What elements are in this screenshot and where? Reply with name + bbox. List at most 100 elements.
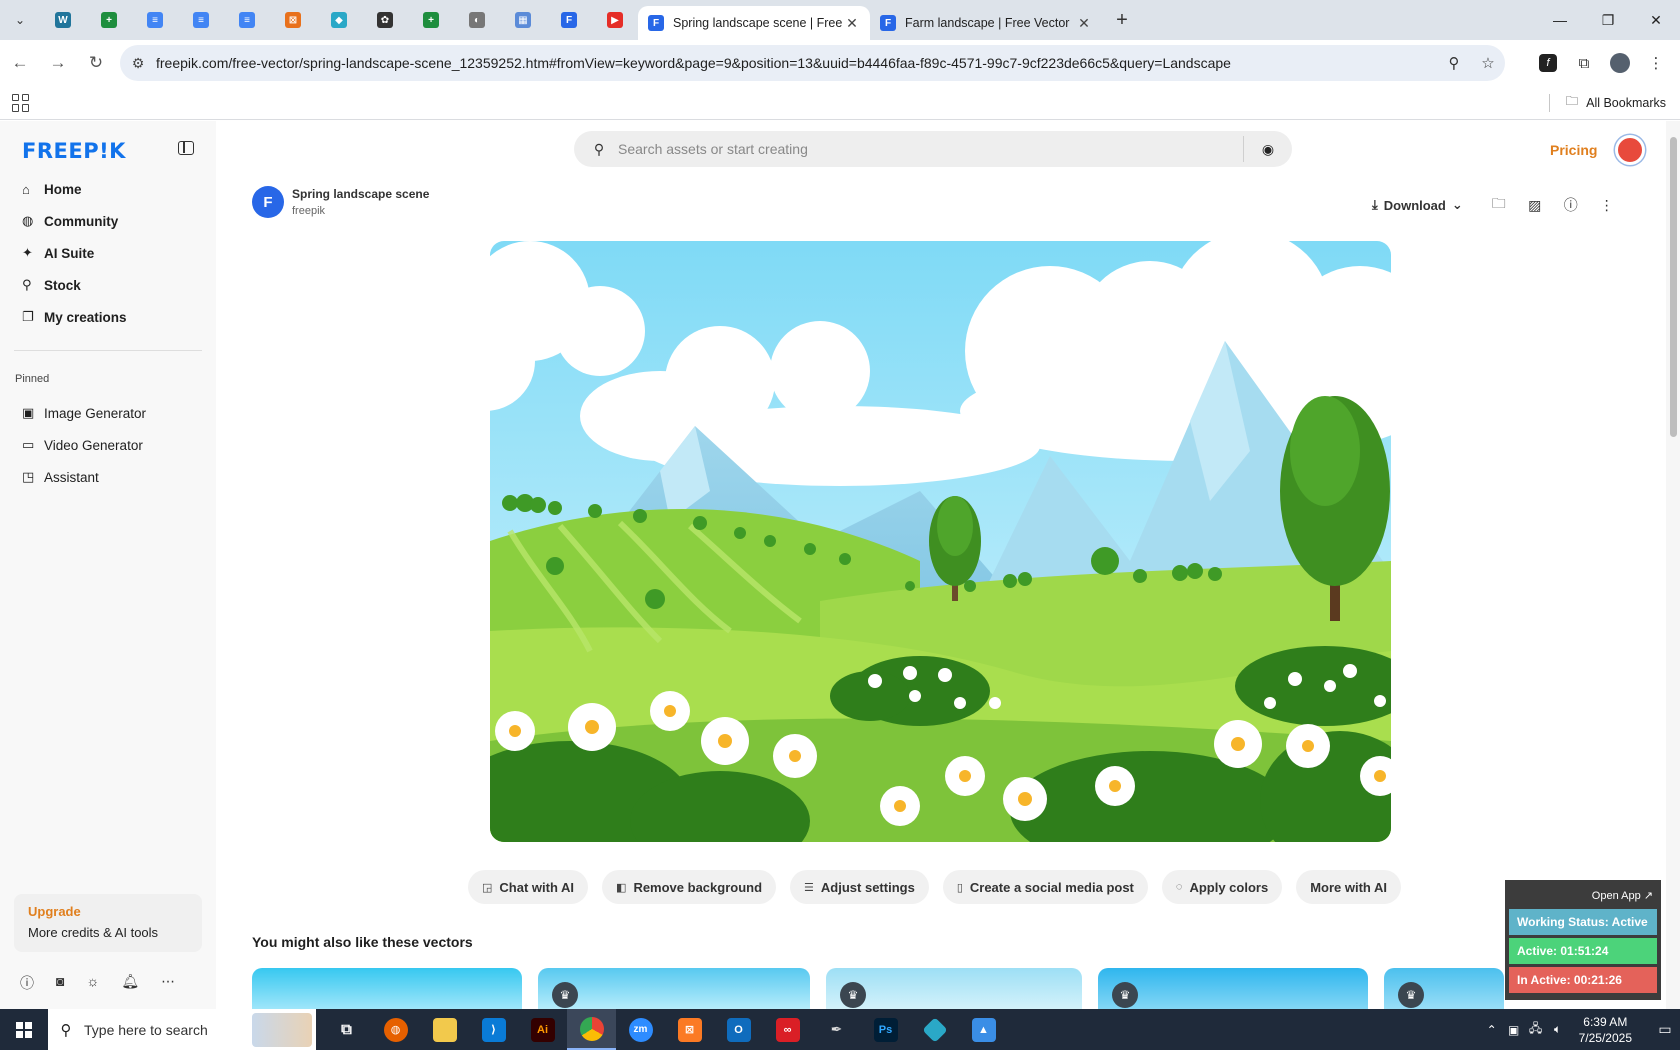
creative-cloud-app[interactable]: ∞ bbox=[763, 1009, 812, 1050]
network-icon[interactable]: 🖧︎ bbox=[1525, 1019, 1547, 1040]
more-with-ai-button[interactable]: More with AI bbox=[1296, 870, 1401, 904]
pinned-tab[interactable]: ≡ bbox=[132, 4, 178, 36]
search-bar[interactable]: ⚲ Search assets or start creating ◉ bbox=[574, 131, 1292, 167]
sidebar-item-stock[interactable]: ⚲ Stock bbox=[14, 269, 204, 301]
pinned-tab[interactable]: + bbox=[408, 4, 454, 36]
start-button[interactable] bbox=[0, 1009, 48, 1050]
open-app-link[interactable]: Open App ↗ bbox=[1509, 884, 1657, 906]
pinned-tab[interactable]: F bbox=[546, 4, 592, 36]
menu-kebab-icon[interactable]: ⋮ bbox=[1638, 45, 1674, 81]
firefox-app[interactable]: ◍ bbox=[371, 1009, 420, 1050]
pricing-link[interactable]: Pricing bbox=[1550, 142, 1597, 158]
photos-app[interactable]: ▲ bbox=[959, 1009, 1008, 1050]
adjust-settings-button[interactable]: ☰ Adjust settings bbox=[790, 870, 929, 904]
chevron-up-icon[interactable]: ⌃ bbox=[1481, 1023, 1503, 1037]
pinned-tab[interactable]: ▦ bbox=[500, 4, 546, 36]
tab-search-dropdown[interactable]: ⌄ bbox=[6, 6, 34, 34]
pinned-item-assistant[interactable]: ◳ Assistant bbox=[14, 461, 204, 493]
theme-sun-icon[interactable]: ☼ bbox=[86, 973, 99, 993]
pinned-item-video-generator[interactable]: ▭ Video Generator bbox=[14, 429, 204, 461]
similar-thumbnail[interactable]: ♛ bbox=[1098, 968, 1368, 1012]
camera-search-icon[interactable]: ◉ bbox=[1244, 141, 1292, 158]
close-tab-icon[interactable]: ✕ bbox=[1076, 15, 1092, 32]
more-options-icon[interactable]: ⋮ bbox=[1589, 197, 1625, 214]
download-button[interactable]: ⤓ Download ⌄ bbox=[1372, 197, 1463, 213]
sidebar-item-home[interactable]: ⌂ Home bbox=[14, 173, 204, 205]
upgrade-card[interactable]: Upgrade More credits & AI tools bbox=[14, 894, 202, 952]
outlook-app[interactable]: O bbox=[714, 1009, 763, 1050]
discord-icon[interactable]: ◙ bbox=[56, 973, 64, 993]
photoshop-app[interactable]: Ps bbox=[861, 1009, 910, 1050]
search-input[interactable]: Search assets or start creating bbox=[618, 141, 1243, 157]
app-diamond[interactable] bbox=[910, 1009, 959, 1050]
chrome-app[interactable] bbox=[567, 1009, 616, 1050]
back-button[interactable]: ← bbox=[2, 45, 38, 81]
vscode-app[interactable]: ⟩ bbox=[469, 1009, 518, 1050]
task-view-button[interactable]: ⧉ bbox=[322, 1009, 371, 1050]
url-text[interactable]: freepik.com/free-vector/spring-landscape… bbox=[156, 55, 1437, 71]
sidebar-item-community[interactable]: ◍ Community bbox=[14, 205, 204, 237]
address-bar[interactable]: ⚙ freepik.com/free-vector/spring-landsca… bbox=[120, 45, 1505, 81]
illustrator-app[interactable]: Ai bbox=[518, 1009, 567, 1050]
add-to-collection-icon[interactable]: 🗀 bbox=[1481, 193, 1517, 217]
apply-colors-button[interactable]: ◌ Apply colors bbox=[1161, 870, 1283, 904]
new-tab-button[interactable]: + bbox=[1108, 9, 1136, 32]
pinned-tab[interactable]: ◐ bbox=[454, 4, 500, 36]
bookmark-star-icon[interactable]: ☆ bbox=[1471, 54, 1505, 72]
file-explorer-app[interactable] bbox=[420, 1009, 469, 1050]
similar-thumbnail[interactable]: ♛ bbox=[1384, 968, 1504, 1012]
profile-avatar-icon[interactable] bbox=[1602, 45, 1638, 81]
site-settings-icon[interactable]: ⚙ bbox=[120, 55, 156, 72]
collapse-sidebar-icon[interactable] bbox=[178, 141, 194, 155]
author-block[interactable]: F Spring landscape scene freepik bbox=[252, 186, 429, 218]
scrollbar-thumb[interactable] bbox=[1670, 137, 1677, 437]
pen-tool-app[interactable]: ✒ bbox=[812, 1009, 861, 1050]
extension-icon[interactable]: f bbox=[1530, 45, 1566, 81]
clock[interactable]: 6:39 AM 7/25/2025 bbox=[1579, 1014, 1632, 1046]
user-avatar[interactable] bbox=[1615, 135, 1645, 165]
all-bookmarks-button[interactable]: 🗀 All Bookmarks bbox=[1566, 92, 1666, 113]
pinned-tab[interactable]: + bbox=[86, 4, 132, 36]
create-a-social-media-post-button[interactable]: ▯ Create a social media post bbox=[942, 870, 1148, 904]
remove-background-button[interactable]: ◧ Remove background bbox=[602, 870, 777, 904]
similar-thumbnail[interactable]: ♛ bbox=[538, 968, 810, 1012]
chat-with-ai-button[interactable]: ◲ Chat with AI bbox=[468, 870, 589, 904]
pinned-tab[interactable]: ◆ bbox=[316, 4, 362, 36]
edit-image-icon[interactable]: ▨ bbox=[1517, 197, 1553, 214]
notifications-icon[interactable]: ▭ bbox=[1650, 1021, 1680, 1038]
zoom-icon[interactable]: ⚲ bbox=[1437, 54, 1471, 72]
preview-image[interactable] bbox=[490, 241, 1391, 842]
author-name[interactable]: freepik bbox=[292, 205, 429, 217]
freepik-logo[interactable]: FREEP!K bbox=[22, 139, 126, 163]
xampp-app[interactable]: ⊠ bbox=[665, 1009, 714, 1050]
minimize-button[interactable]: — bbox=[1536, 0, 1584, 40]
more-icon[interactable]: ⋯ bbox=[161, 973, 175, 993]
tab-active[interactable]: F Spring landscape scene | Free V ✕ bbox=[638, 6, 870, 40]
help-icon[interactable]: ⓘ bbox=[20, 973, 34, 993]
tab-inactive[interactable]: F Farm landscape | Free Vector ✕ bbox=[870, 6, 1102, 40]
close-window-button[interactable]: ✕ bbox=[1632, 0, 1680, 40]
pinned-tab[interactable]: ⊠ bbox=[270, 4, 316, 36]
volume-icon[interactable]: 🔈︎ bbox=[1547, 1022, 1569, 1037]
sidebar-item-ai-suite[interactable]: ✦ AI Suite bbox=[14, 237, 204, 269]
sidebar-item-my-creations[interactable]: ❐ My creations bbox=[14, 301, 204, 333]
restore-button[interactable]: ❐ bbox=[1584, 0, 1632, 40]
close-tab-icon[interactable]: ✕ bbox=[844, 15, 860, 32]
taskbar-search[interactable]: ⚲ Type here to search bbox=[48, 1009, 316, 1050]
taskbar-search-input[interactable]: Type here to search bbox=[84, 1022, 208, 1038]
extensions-puzzle-icon[interactable]: ⧉ bbox=[1566, 45, 1602, 81]
page-scrollbar[interactable] bbox=[1666, 121, 1680, 1009]
forward-button[interactable]: → bbox=[40, 45, 76, 81]
pinned-tab[interactable]: ✿ bbox=[362, 4, 408, 36]
apps-grid-icon[interactable] bbox=[12, 93, 30, 112]
reload-button[interactable]: ↻ bbox=[78, 45, 114, 81]
notifications-bell-icon[interactable]: 🔔︎ bbox=[121, 973, 139, 993]
pinned-item-image-generator[interactable]: ▣ Image Generator bbox=[14, 397, 204, 429]
zoom-app[interactable]: zm bbox=[616, 1009, 665, 1050]
pinned-tab[interactable]: ≡ bbox=[224, 4, 270, 36]
pinned-tab[interactable]: W bbox=[40, 4, 86, 36]
tray-app-icon[interactable]: ▣ bbox=[1503, 1023, 1525, 1037]
similar-thumbnail[interactable]: ♛ bbox=[826, 968, 1082, 1012]
info-icon[interactable]: ⓘ bbox=[1553, 195, 1589, 215]
similar-thumbnail[interactable] bbox=[252, 968, 522, 1012]
